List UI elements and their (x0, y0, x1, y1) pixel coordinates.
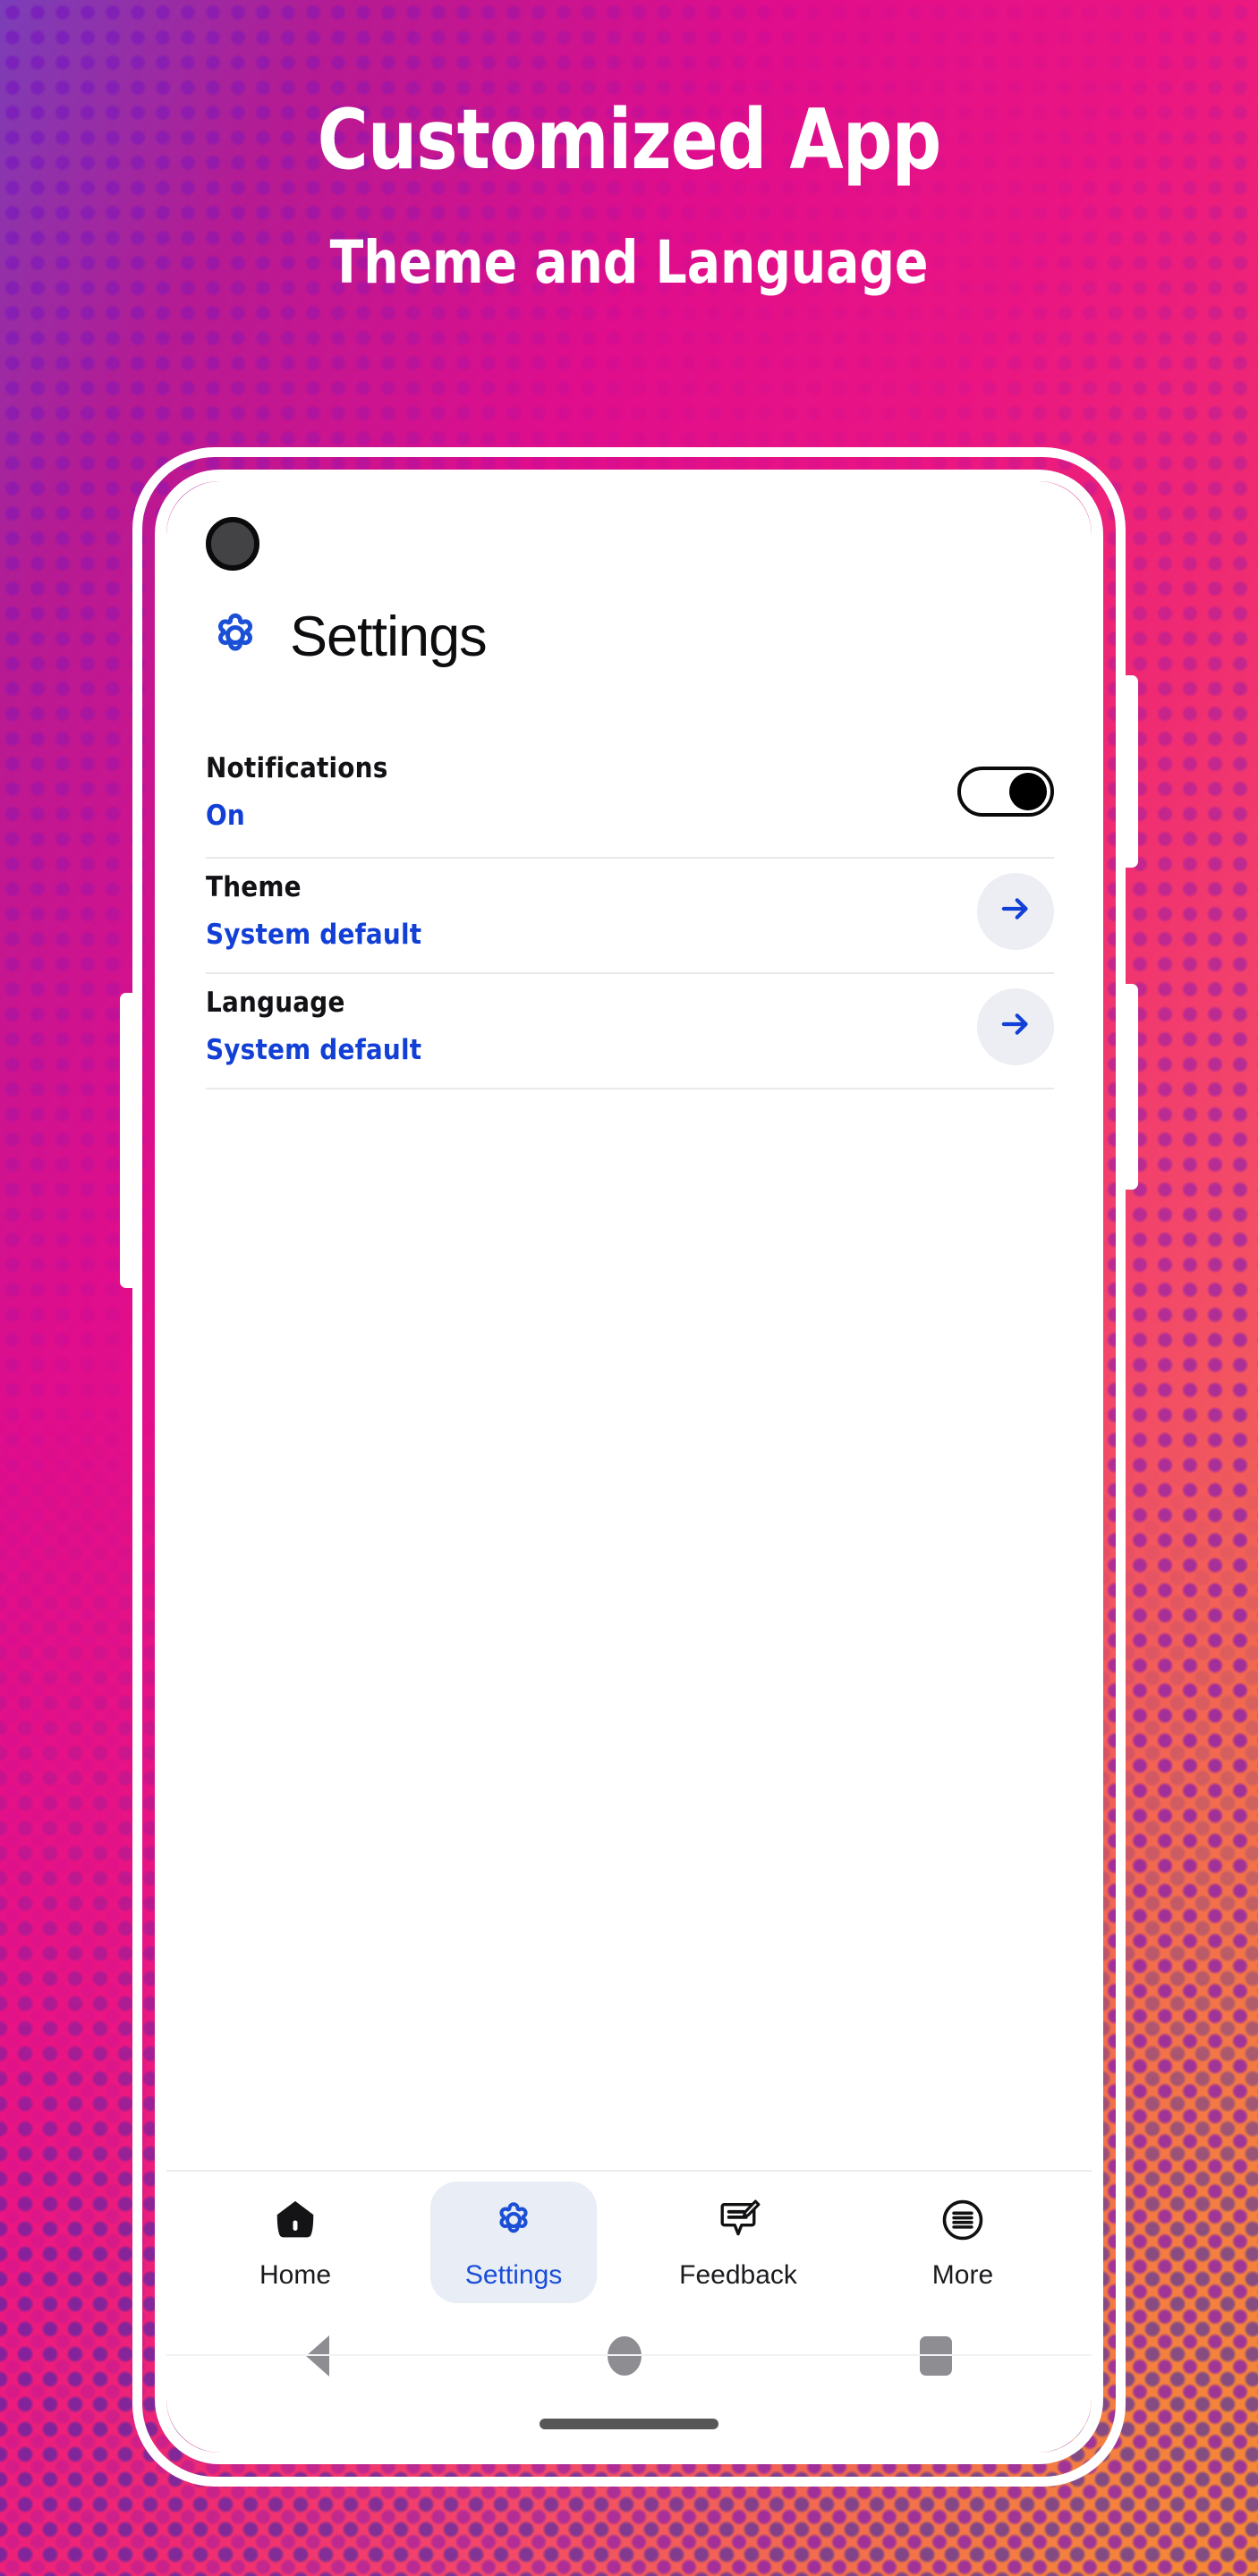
row-text-group: Notifications On (206, 752, 388, 832)
home-icon (271, 2196, 319, 2249)
settings-row-language[interactable]: Language System default (206, 974, 1054, 1089)
row-text-group: Theme System default (206, 871, 421, 951)
system-nav-divider (166, 2354, 1092, 2356)
nav-label: Feedback (679, 2260, 797, 2290)
arrow-right-icon (997, 890, 1034, 932)
nav-item-settings[interactable]: Settings (430, 2182, 598, 2303)
phone-screen: Settings Notifications On Theme System d… (166, 481, 1092, 2453)
nav-item-home[interactable]: Home (212, 2182, 378, 2303)
page-title: Settings (290, 606, 488, 668)
arrow-right-icon (997, 1005, 1034, 1047)
promo-title: Customized App (317, 91, 942, 188)
android-system-nav (166, 2313, 1092, 2399)
nav-label: Home (259, 2260, 332, 2290)
gear-icon (489, 2196, 538, 2249)
feedback-icon (714, 2196, 762, 2249)
setting-value: System default (206, 919, 422, 951)
language-arrow-button[interactable] (977, 987, 1054, 1065)
settings-list: Notifications On Theme System default La… (166, 744, 1092, 1089)
gear-icon (206, 606, 265, 669)
bottom-navigation-bar: Home Settings Feedback More (166, 2170, 1092, 2313)
phone-mockup: Settings Notifications On Theme System d… (120, 447, 1138, 2487)
nav-item-more[interactable]: More (880, 2182, 1046, 2303)
app-header: Settings (166, 481, 1092, 669)
setting-title: Theme (206, 871, 302, 903)
theme-arrow-button[interactable] (977, 872, 1054, 950)
back-triangle-icon[interactable] (305, 2335, 329, 2377)
recents-square-icon[interactable] (920, 2336, 953, 2376)
setting-title: Language (206, 987, 345, 1019)
setting-value: On (206, 799, 245, 832)
setting-value: System default (206, 1034, 422, 1066)
notifications-toggle[interactable] (957, 767, 1054, 817)
toggle-knob (1009, 773, 1047, 810)
settings-row-notifications[interactable]: Notifications On (206, 744, 1054, 859)
setting-title: Notifications (206, 751, 388, 784)
nav-label: More (931, 2260, 994, 2290)
front-camera-icon (206, 517, 259, 571)
gesture-handle[interactable] (540, 2419, 718, 2429)
settings-row-theme[interactable]: Theme System default (206, 859, 1054, 974)
nav-item-feedback[interactable]: Feedback (649, 2182, 828, 2303)
home-circle-icon[interactable] (607, 2336, 642, 2376)
promo-text-block: Customized App Theme and Language (0, 98, 1258, 292)
promo-subtitle: Theme and Language (329, 228, 929, 297)
more-circle-icon (939, 2196, 987, 2249)
row-text-group: Language System default (206, 987, 421, 1066)
nav-label: Settings (464, 2260, 563, 2290)
